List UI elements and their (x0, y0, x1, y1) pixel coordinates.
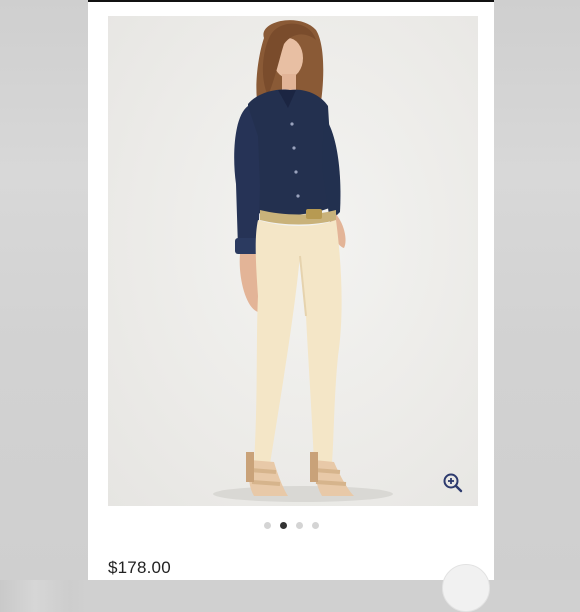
gallery-dot-2-active[interactable] (279, 522, 287, 529)
background-blur-left (0, 0, 88, 580)
action-button[interactable] (442, 564, 490, 612)
gallery-dot-1[interactable] (263, 522, 271, 529)
product-card: $178.00 (88, 2, 494, 612)
gallery-pagination (88, 522, 494, 532)
gallery-dot-4[interactable] (311, 522, 319, 529)
product-photo[interactable] (108, 16, 478, 506)
background-blur-right (494, 0, 580, 580)
zoom-in-icon[interactable] (442, 472, 464, 494)
model-illustration (213, 20, 393, 502)
gallery-dot-3[interactable] (295, 522, 303, 529)
price-label: $178.00 (108, 558, 171, 577)
